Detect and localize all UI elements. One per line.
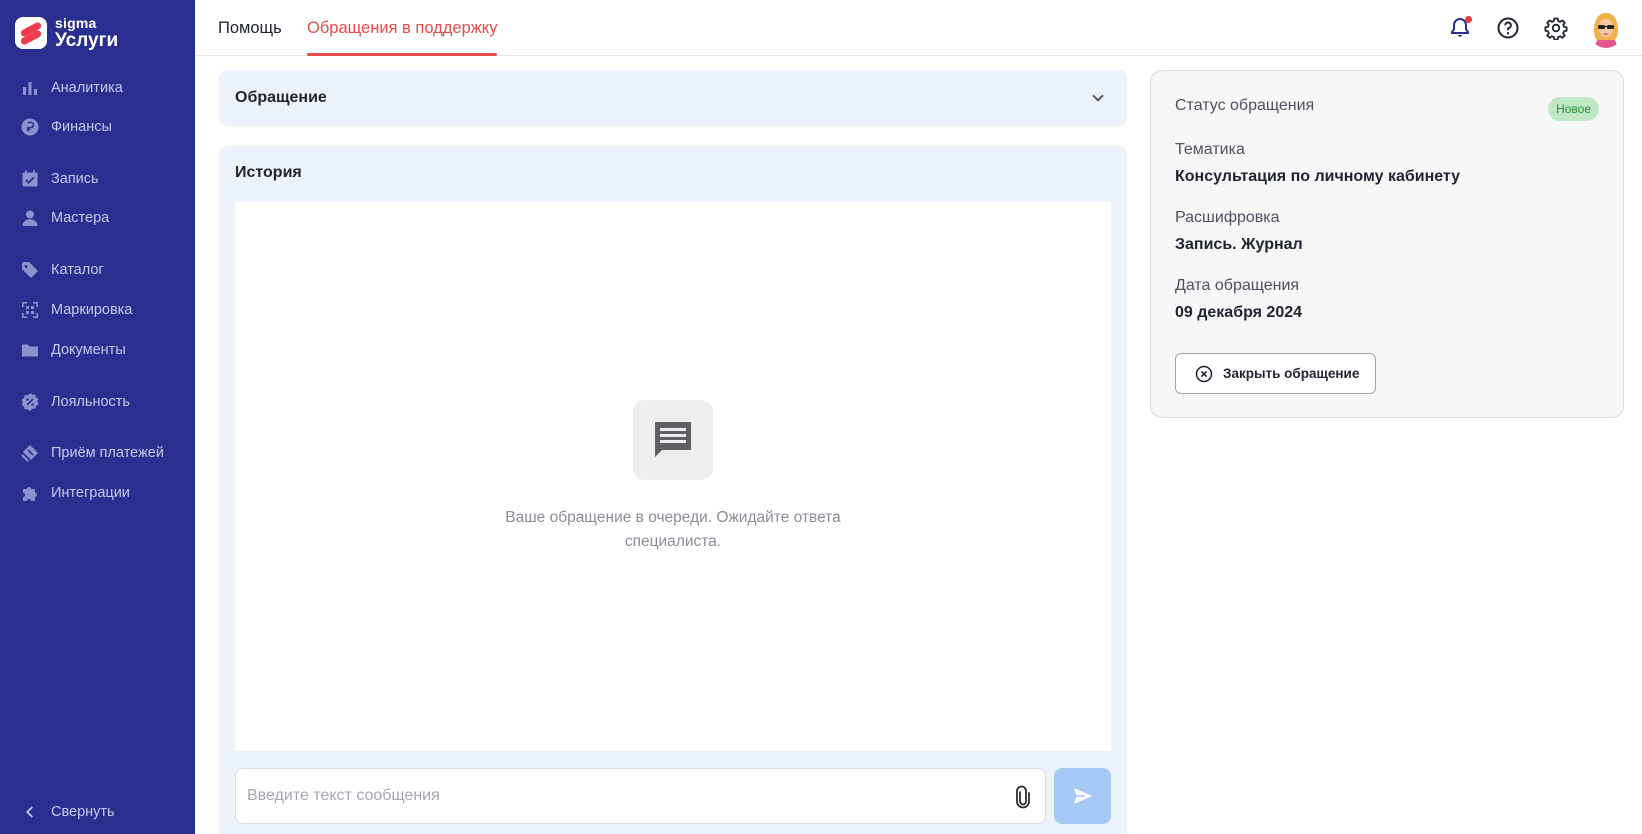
decoding-label: Расшифровка: [1175, 209, 1280, 226]
gear-icon[interactable]: [1543, 15, 1569, 41]
sidebar-item-label: Лояльность: [51, 394, 130, 410]
ruble-coin-icon: [20, 117, 40, 137]
sidebar-item-label: Документы: [51, 342, 126, 358]
sidebar-item-marking[interactable]: Маркировка: [20, 298, 132, 322]
status-badge: Новое: [1548, 97, 1599, 121]
calendar-check-icon: [20, 169, 40, 189]
sidebar-item-label: Запись: [51, 171, 99, 187]
paperclip-icon[interactable]: [1011, 785, 1035, 809]
help-circle-icon[interactable]: [1495, 15, 1521, 41]
top-bar: Помощь Обращения в поддержку: [195, 0, 1642, 56]
history-title: История: [235, 164, 302, 181]
topic-value: Консультация по личному кабинету: [1175, 168, 1461, 185]
appeal-accordion[interactable]: Обращение: [219, 70, 1127, 126]
message-history-area: Ваше обращение в очереди. Ожидайте ответ…: [235, 202, 1111, 751]
appeal-title: Обращение: [235, 89, 327, 106]
close-request-button[interactable]: Закрыть обращение: [1175, 353, 1376, 394]
history-panel: История Ваше обращение в очереди. Ожидай…: [219, 146, 1127, 834]
sidebar-item-loyalty[interactable]: Лояльность: [20, 390, 130, 414]
send-icon: [1073, 788, 1092, 804]
percent-badge-icon: [20, 392, 40, 412]
topic-label: Тематика: [1175, 141, 1245, 158]
chat-message-icon: [633, 400, 713, 480]
person-icon: [20, 208, 40, 228]
date-label: Дата обращения: [1175, 277, 1300, 294]
sidebar-item-payments[interactable]: Приём платежей: [20, 441, 164, 465]
chevron-down-icon: [1092, 94, 1104, 102]
empty-state-text: Ваше обращение в очереди. Ожидайте ответ…: [505, 509, 841, 550]
sidebar-item-analytics[interactable]: Аналитика: [20, 76, 123, 100]
sidebar-item-label: Каталог: [51, 262, 104, 278]
payment-icon: [20, 443, 40, 463]
tab-help[interactable]: Помощь: [218, 0, 282, 56]
sidebar-item-masters[interactable]: Мастера: [20, 206, 109, 230]
logo-product: Услуги: [55, 30, 119, 51]
folder-icon: [20, 340, 40, 360]
sidebar-item-label: Аналитика: [51, 80, 123, 96]
message-input[interactable]: [247, 787, 987, 805]
decoding-value: Запись. Журнал: [1175, 236, 1303, 253]
send-button[interactable]: [1054, 768, 1111, 824]
bell-icon[interactable]: [1447, 15, 1473, 41]
close-request-label: Закрыть обращение: [1223, 366, 1360, 381]
sidebar-item-label: Финансы: [51, 119, 112, 135]
tag-icon: [20, 260, 40, 280]
tab-support-requests[interactable]: Обращения в поддержку: [307, 0, 498, 56]
sidebar-item-label: Маркировка: [51, 302, 133, 318]
logo-icon: [15, 17, 47, 49]
qr-scan-icon: [20, 300, 40, 320]
sidebar-item-label: Интеграции: [51, 485, 130, 501]
logo-brand: sigma: [55, 15, 97, 31]
sidebar-item-label: Приём платежей: [51, 445, 164, 461]
logo[interactable]: sigma Услуги: [15, 16, 118, 50]
status-label: Статус обращения: [1175, 97, 1315, 114]
message-input-box: [235, 768, 1046, 824]
collapse-sidebar-button[interactable]: Свернуть: [20, 802, 115, 822]
sidebar-item-integrations[interactable]: Интеграции: [20, 481, 130, 505]
close-circle-icon: [1195, 365, 1213, 382]
avatar[interactable]: [1588, 10, 1624, 48]
sidebar-item-documents[interactable]: Документы: [20, 338, 126, 362]
notification-dot: [1465, 16, 1472, 23]
request-status-card: Статус обращения Новое Тематика Консульт…: [1150, 70, 1624, 418]
sidebar-item-catalog[interactable]: Каталог: [20, 258, 104, 282]
puzzle-icon: [20, 483, 40, 503]
sidebar-item-finance[interactable]: Финансы: [20, 115, 112, 139]
sidebar-item-booking[interactable]: Запись: [20, 167, 99, 191]
sidebar-item-label: Мастера: [51, 210, 110, 226]
bar-chart-icon: [20, 78, 40, 98]
chevron-left-icon: [20, 802, 40, 822]
sidebar: sigma Услуги Аналитика Финансы Запись Ма…: [0, 0, 195, 834]
date-value: 09 декабря 2024: [1175, 304, 1303, 321]
collapse-label: Свернуть: [51, 804, 115, 820]
